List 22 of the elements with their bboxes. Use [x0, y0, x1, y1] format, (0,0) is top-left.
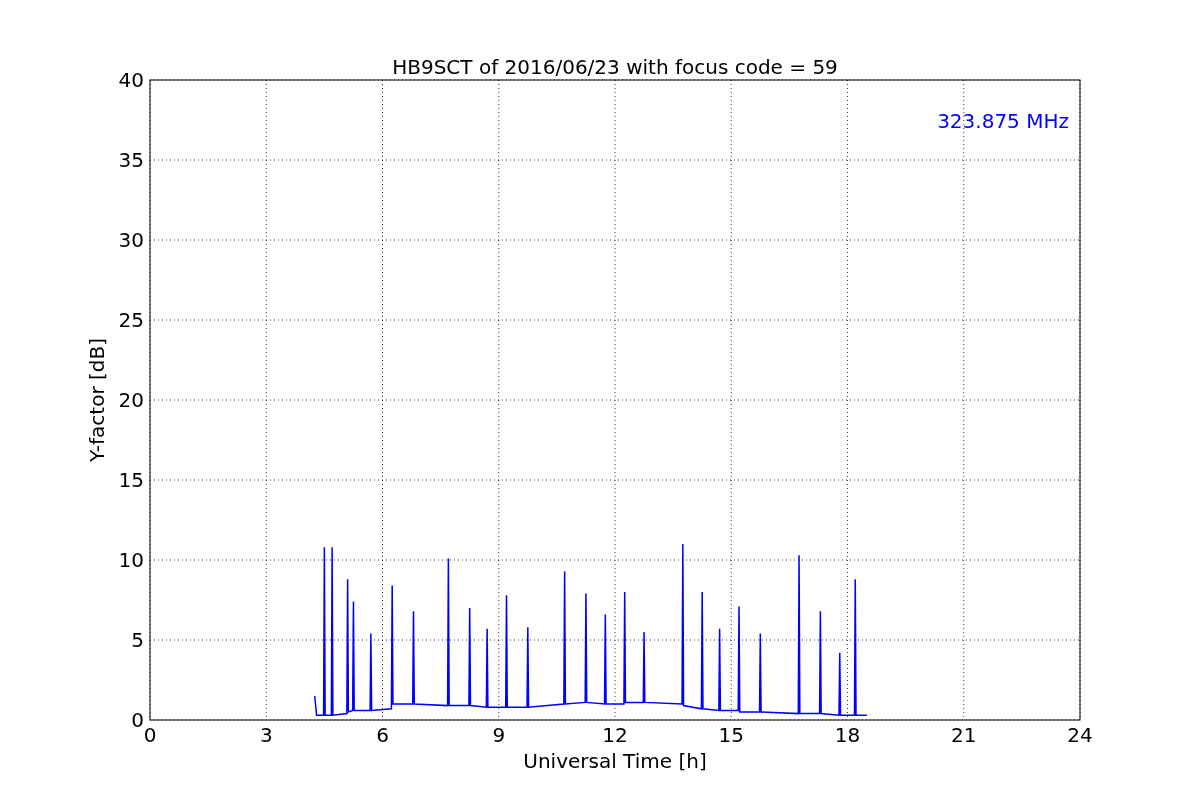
x-tick-label: 15: [718, 723, 744, 747]
y-tick-label: 5: [131, 628, 144, 652]
y-tick-label: 35: [118, 148, 144, 172]
x-axis-label: Universal Time [h]: [523, 749, 707, 773]
y-tick-label: 0: [131, 708, 144, 732]
x-tick-label: 21: [951, 723, 977, 747]
y-tick-label: 30: [118, 228, 144, 252]
x-tick-label: 12: [602, 723, 628, 747]
x-tick-label: 9: [492, 723, 506, 747]
y-tick-label: 10: [118, 548, 144, 572]
y-tick-label: 20: [118, 388, 144, 412]
series-label: 323.875 MHz: [937, 109, 1069, 133]
x-tick-label: 0: [143, 723, 157, 747]
x-tick-label: 6: [376, 723, 389, 747]
chart-title: HB9SCT of 2016/06/23 with focus code = 59: [392, 55, 838, 79]
y-axis-label: Y-factor [dB]: [85, 338, 109, 462]
y-tick-label: 40: [118, 68, 144, 92]
y-tick-label: 15: [118, 468, 144, 492]
x-tick-label: 18: [834, 723, 861, 747]
x-tick-label: 3: [259, 723, 273, 747]
y-tick-label: 25: [118, 308, 144, 332]
x-tick-label: 24: [1067, 723, 1093, 747]
